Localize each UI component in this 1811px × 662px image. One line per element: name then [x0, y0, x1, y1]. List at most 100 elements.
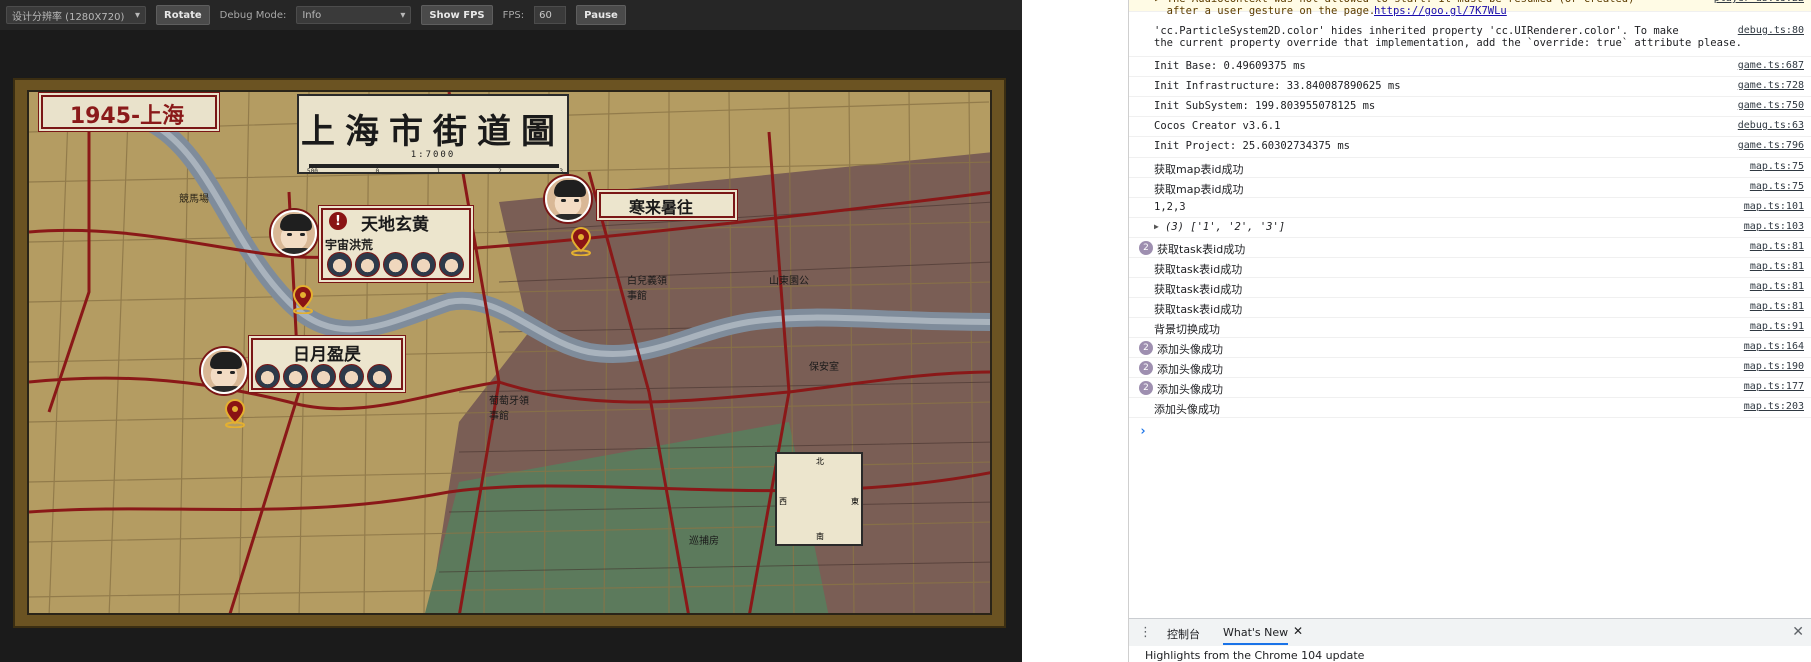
console-message[interactable]: Init SubSystem: 199.803955078125 ms game.…: [1129, 97, 1811, 117]
source-link[interactable]: map.ts:177: [1744, 381, 1804, 392]
console-message[interactable]: 2 添加头像成功 map.ts:164: [1129, 338, 1811, 358]
console-message[interactable]: 1,2,3 map.ts:101: [1129, 198, 1811, 218]
console-message-text: 'cc.ParticleSystem2D.color' hides inheri…: [1154, 25, 1742, 49]
source-link[interactable]: map.ts:101: [1744, 201, 1804, 212]
source-link[interactable]: map.ts:203: [1744, 401, 1804, 412]
chevron-down-icon: ▾: [134, 9, 140, 21]
source-link[interactable]: map.ts:75: [1750, 161, 1804, 172]
source-link[interactable]: map.ts:81: [1750, 241, 1804, 252]
drawer-tab-bar: ⋮ 控制台 What's New ✕ ✕: [1129, 618, 1811, 646]
map-label: 山東園公: [769, 276, 809, 287]
console-message[interactable]: 'cc.ParticleSystem2D.color' hides inheri…: [1129, 22, 1811, 57]
more-vert-icon[interactable]: ⋮: [1139, 625, 1152, 640]
member-avatar[interactable]: [355, 252, 380, 277]
member-avatar[interactable]: [283, 364, 308, 389]
resolution-select-value: 设计分辨率 (1280X720): [12, 11, 125, 23]
member-avatar[interactable]: [411, 252, 436, 277]
pause-button[interactable]: Pause: [576, 5, 626, 25]
console-message[interactable]: Init Project: 25.60302734375 ms game.ts:7…: [1129, 137, 1811, 158]
close-drawer-icon[interactable]: ✕: [1792, 624, 1804, 640]
console-message-text: 添加头像成功: [1157, 383, 1223, 396]
fps-label: FPS:: [502, 9, 525, 21]
repeat-count-badge: 2: [1139, 241, 1153, 255]
console-message[interactable]: 背景切换成功 map.ts:91: [1129, 318, 1811, 338]
console-prompt-icon[interactable]: ›: [1139, 424, 1147, 439]
member-avatar[interactable]: [383, 252, 408, 277]
game-canvas[interactable]: 1945-上海 上海市街道圖 1:7000 500 0 1 2 3 ! 天地玄黄…: [27, 90, 992, 615]
tab-console[interactable]: 控制台: [1167, 626, 1200, 642]
source-link[interactable]: game.ts:687: [1738, 60, 1804, 71]
console-message-text: 获取map表id成功: [1154, 163, 1244, 176]
map-label: 保安室: [809, 362, 839, 373]
map-title-block: 上海市街道圖 1:7000 500 0 1 2 3: [297, 94, 569, 175]
member-avatar[interactable]: [311, 364, 336, 389]
source-link[interactable]: map.ts:164: [1744, 341, 1804, 352]
console-message-text: Init SubSystem: 199.803955078125 ms: [1154, 100, 1376, 112]
member-avatar[interactable]: [367, 364, 392, 389]
console-message[interactable]: 添加头像成功 map.ts:203: [1129, 398, 1811, 418]
map-pin-icon[interactable]: [223, 398, 247, 428]
year-label: 1945-上海: [69, 104, 185, 129]
scale-tick: 2: [498, 168, 502, 175]
source-link[interactable]: map.ts:81: [1750, 261, 1804, 272]
console-message[interactable]: 获取task表id成功 map.ts:81: [1129, 298, 1811, 318]
source-link[interactable]: map.ts:190: [1744, 361, 1804, 372]
source-link[interactable]: game.ts:796: [1738, 140, 1804, 151]
preview-toolbar: 设计分辨率 (1280X720) ▾ Rotate Debug Mode: In…: [0, 0, 1022, 30]
member-avatar[interactable]: [255, 364, 280, 389]
scale-tick: 3: [559, 168, 563, 175]
source-link[interactable]: debug.ts:63: [1738, 120, 1804, 131]
console-message[interactable]: Init Base: 0.49609375 ms game.ts:687: [1129, 57, 1811, 77]
debug-mode-label: Debug Mode:: [219, 9, 287, 21]
source-link[interactable]: map.ts:103: [1744, 221, 1804, 232]
console-message[interactable]: 获取task表id成功 map.ts:81: [1129, 278, 1811, 298]
rotate-button[interactable]: Rotate: [156, 5, 210, 25]
console-message[interactable]: 2 获取task表id成功 map.ts:81: [1129, 238, 1811, 258]
console-message[interactable]: 获取map表id成功 map.ts:75: [1129, 158, 1811, 178]
console-message-text: Init Project: 25.60302734375 ms: [1154, 140, 1350, 152]
game-preview-panel: 设计分辨率 (1280X720) ▾ Rotate Debug Mode: In…: [0, 0, 1022, 662]
map-label: 巡捕房: [689, 536, 719, 547]
source-link[interactable]: map.ts:75: [1750, 181, 1804, 192]
source-link[interactable]: map.ts:81: [1750, 301, 1804, 312]
console-message[interactable]: Cocos Creator v3.6.1 debug.ts:63: [1129, 117, 1811, 137]
map-pin-icon[interactable]: [569, 226, 593, 256]
console-message-text: 获取map表id成功: [1154, 183, 1244, 196]
console-message[interactable]: Init Infrastructure: 33.840087890625 ms g…: [1129, 77, 1811, 97]
console-message[interactable]: 2 添加头像成功 map.ts:190: [1129, 358, 1811, 378]
map-pin-icon[interactable]: [291, 284, 315, 314]
console-message[interactable]: 获取map表id成功 map.ts:75: [1129, 178, 1811, 198]
close-tab-icon[interactable]: ✕: [1293, 624, 1303, 638]
console-message[interactable]: ▶ (3) ['1', '2', '3'] map.ts:103: [1129, 218, 1811, 238]
chevron-down-icon: ▾: [400, 9, 406, 21]
character-portrait[interactable]: [545, 176, 591, 222]
source-link[interactable]: player-ab.ts:22: [1714, 0, 1804, 4]
member-avatar[interactable]: [327, 252, 352, 277]
repeat-count-badge: 2: [1139, 381, 1153, 395]
tab-whats-new[interactable]: What's New: [1223, 626, 1289, 645]
source-link[interactable]: debug.ts:80: [1738, 25, 1804, 36]
character-portrait[interactable]: [201, 348, 247, 394]
fps-input[interactable]: 60: [534, 6, 567, 24]
resolution-select[interactable]: 设计分辨率 (1280X720) ▾: [6, 6, 146, 24]
repeat-count-badge: 2: [1139, 341, 1153, 355]
source-link[interactable]: game.ts:728: [1738, 80, 1804, 91]
compass-south: 南: [816, 532, 824, 541]
alert-icon: !: [329, 212, 347, 230]
source-link[interactable]: map.ts:81: [1750, 281, 1804, 292]
source-link[interactable]: map.ts:91: [1750, 321, 1804, 332]
character-portrait[interactable]: [271, 210, 317, 256]
console-link[interactable]: https://goo.gl/7K7WLu: [1374, 5, 1507, 17]
console-message[interactable]: 2 添加头像成功 map.ts:177: [1129, 378, 1811, 398]
expand-triangle-icon[interactable]: ▶: [1154, 222, 1159, 231]
console-message[interactable]: 获取task表id成功 map.ts:81: [1129, 258, 1811, 278]
debug-mode-select[interactable]: Info ▾: [296, 6, 412, 24]
member-avatar[interactable]: [339, 364, 364, 389]
member-avatar[interactable]: [439, 252, 464, 277]
console-message[interactable]: ▸ The AudioContext was not allowed to st…: [1129, 0, 1811, 17]
console-log[interactable]: ▸ The AudioContext was not allowed to st…: [1129, 0, 1811, 615]
show-fps-button[interactable]: Show FPS: [421, 5, 493, 25]
source-link[interactable]: game.ts:750: [1738, 100, 1804, 111]
console-message-text: 1,2,3: [1154, 201, 1186, 213]
console-message-text: 添加头像成功: [1154, 403, 1220, 416]
